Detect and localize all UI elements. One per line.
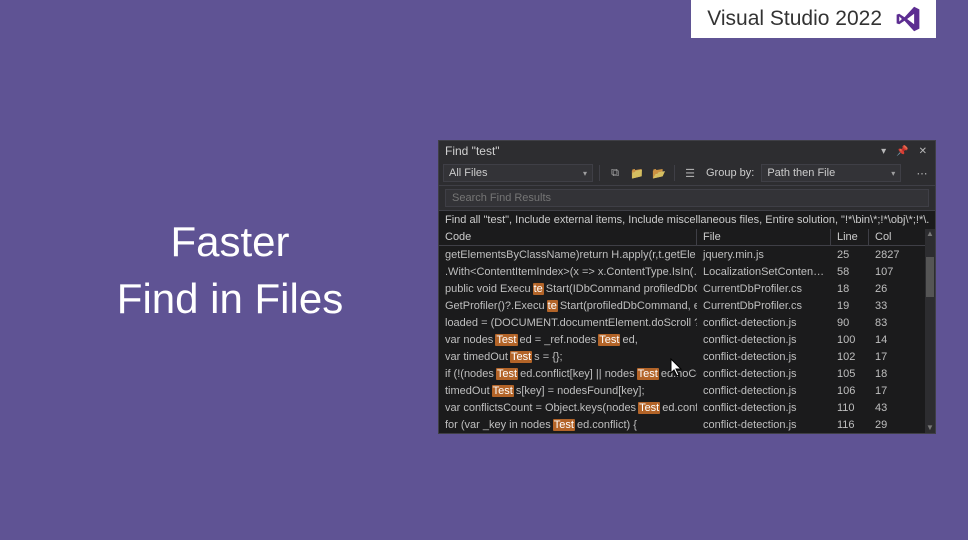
- mouse-cursor-icon: [670, 358, 684, 378]
- scroll-up-icon[interactable]: ▲: [925, 229, 935, 239]
- cell-file: conflict-detection.js: [697, 334, 831, 346]
- separator: [599, 165, 600, 181]
- cell-line: 19: [831, 300, 869, 312]
- cell-col: 17: [869, 351, 907, 363]
- cell-col: 107: [869, 266, 907, 278]
- cell-code: getElementsByClassName)return H.apply(r,…: [439, 249, 697, 261]
- results-grid: Code File Line Col getElementsByClassNam…: [439, 229, 935, 433]
- cell-line: 102: [831, 351, 869, 363]
- visual-studio-icon: [894, 5, 922, 33]
- close-icon[interactable]: ✕: [917, 146, 929, 157]
- result-row[interactable]: getElementsByClassName)return H.apply(r,…: [439, 246, 935, 263]
- search-box: [439, 186, 935, 211]
- cell-col: 33: [869, 300, 907, 312]
- cell-line: 25: [831, 249, 869, 261]
- cell-file: conflict-detection.js: [697, 351, 831, 363]
- cell-file: conflict-detection.js: [697, 402, 831, 414]
- col-header-file[interactable]: File: [697, 229, 831, 245]
- scope-dropdown[interactable]: All Files ▾: [443, 164, 593, 182]
- cell-line: 105: [831, 368, 869, 380]
- find-results-panel: Find "test" ▾ 📌 ✕ All Files ▾ ⧉ 📁 📂 ☰ Gr…: [438, 140, 936, 434]
- cell-code: var conflictsCount = Object.keys(nodesTe…: [439, 402, 697, 414]
- result-summary: Find all "test", Include external items,…: [439, 211, 935, 229]
- grid-header: Code File Line Col: [439, 229, 935, 246]
- chevron-down-icon: ▾: [583, 169, 587, 178]
- pin-icon[interactable]: 📌: [894, 146, 910, 157]
- col-header-line[interactable]: Line: [831, 229, 869, 245]
- cell-code: .With<ContentItemIndex>(x => x.ContentTy…: [439, 266, 697, 278]
- panel-titlebar: Find "test" ▾ 📌 ✕: [439, 141, 935, 161]
- folder-open-icon[interactable]: 📂: [650, 164, 668, 182]
- cell-code: if (!(nodesTested.conflict[key] || nodes…: [439, 368, 697, 380]
- cell-line: 110: [831, 402, 869, 414]
- cell-col: 29: [869, 419, 907, 431]
- cell-code: loaded = (DOCUMENT.documentElement.doScr…: [439, 317, 697, 329]
- folder-icon[interactable]: 📁: [628, 164, 646, 182]
- headline: Faster Find in Files: [90, 214, 370, 327]
- cell-code: timedOutTests[key] = nodesFound[key];: [439, 385, 697, 397]
- cell-file: CurrentDbProfiler.cs: [697, 300, 831, 312]
- headline-line1: Faster: [90, 214, 370, 271]
- scope-label: All Files: [449, 167, 488, 179]
- cell-line: 18: [831, 283, 869, 295]
- toolbar: All Files ▾ ⧉ 📁 📂 ☰ Group by: Path then …: [439, 161, 935, 186]
- headline-line2: Find in Files: [90, 271, 370, 328]
- chevron-down-icon: ▾: [891, 169, 895, 178]
- cell-file: conflict-detection.js: [697, 317, 831, 329]
- scrollbar[interactable]: ▲ ▼: [925, 229, 935, 433]
- groupby-dropdown[interactable]: Path then File ▾: [761, 164, 901, 182]
- scroll-down-icon[interactable]: ▼: [925, 423, 935, 433]
- col-header-col[interactable]: Col: [869, 229, 907, 245]
- cell-col: 14: [869, 334, 907, 346]
- cell-file: conflict-detection.js: [697, 368, 831, 380]
- groupby-value: Path then File: [767, 167, 835, 179]
- cell-code: GetProfiler()?.ExecuteStart(profiledDbCo…: [439, 300, 697, 312]
- result-row[interactable]: timedOutTests[key] = nodesFound[key];con…: [439, 382, 935, 399]
- cell-code: for (var _key in nodesTested.conflict) {: [439, 419, 697, 431]
- col-header-code[interactable]: Code: [439, 229, 697, 245]
- result-row[interactable]: var conflictsCount = Object.keys(nodesTe…: [439, 399, 935, 416]
- cell-file: conflict-detection.js: [697, 385, 831, 397]
- separator: [674, 165, 675, 181]
- cell-line: 90: [831, 317, 869, 329]
- cell-col: 43: [869, 402, 907, 414]
- result-row[interactable]: public void ExecuteStart(IDbCommand prof…: [439, 280, 935, 297]
- result-row[interactable]: loaded = (DOCUMENT.documentElement.doScr…: [439, 314, 935, 331]
- cell-line: 116: [831, 419, 869, 431]
- cell-col: 2827: [869, 249, 907, 261]
- result-row[interactable]: var timedOutTests = {};conflict-detectio…: [439, 348, 935, 365]
- dropdown-icon[interactable]: ▾: [879, 146, 888, 157]
- cell-file: LocalizationSetContentPic…: [697, 266, 831, 278]
- cell-file: jquery.min.js: [697, 249, 831, 261]
- cell-line: 100: [831, 334, 869, 346]
- cell-line: 106: [831, 385, 869, 397]
- overflow-icon[interactable]: ⋯: [913, 164, 931, 182]
- grid-body: getElementsByClassName)return H.apply(r,…: [439, 246, 935, 433]
- cell-col: 83: [869, 317, 907, 329]
- cell-col: 17: [869, 385, 907, 397]
- filter-icon[interactable]: ☰: [681, 164, 699, 182]
- result-row[interactable]: if (!(nodesTested.conflict[key] || nodes…: [439, 365, 935, 382]
- result-row[interactable]: for (var _key in nodesTested.conflict) {…: [439, 416, 935, 433]
- vs-badge-label: Visual Studio 2022: [707, 7, 882, 31]
- result-row[interactable]: var nodesTested = _ref.nodesTested,confl…: [439, 331, 935, 348]
- cell-file: conflict-detection.js: [697, 419, 831, 431]
- panel-title: Find "test": [445, 144, 500, 158]
- result-row[interactable]: .With<ContentItemIndex>(x => x.ContentTy…: [439, 263, 935, 280]
- vs-badge: Visual Studio 2022: [691, 0, 936, 38]
- cell-col: 18: [869, 368, 907, 380]
- cell-code: public void ExecuteStart(IDbCommand prof…: [439, 283, 697, 295]
- cell-line: 58: [831, 266, 869, 278]
- search-input[interactable]: [445, 189, 929, 207]
- result-row[interactable]: GetProfiler()?.ExecuteStart(profiledDbCo…: [439, 297, 935, 314]
- cell-col: 26: [869, 283, 907, 295]
- cell-file: CurrentDbProfiler.cs: [697, 283, 831, 295]
- cell-code: var timedOutTests = {};: [439, 351, 697, 363]
- copy-icon[interactable]: ⧉: [606, 164, 624, 182]
- cell-code: var nodesTested = _ref.nodesTested,: [439, 334, 697, 346]
- groupby-label: Group by:: [703, 167, 757, 179]
- scroll-thumb[interactable]: [926, 257, 934, 297]
